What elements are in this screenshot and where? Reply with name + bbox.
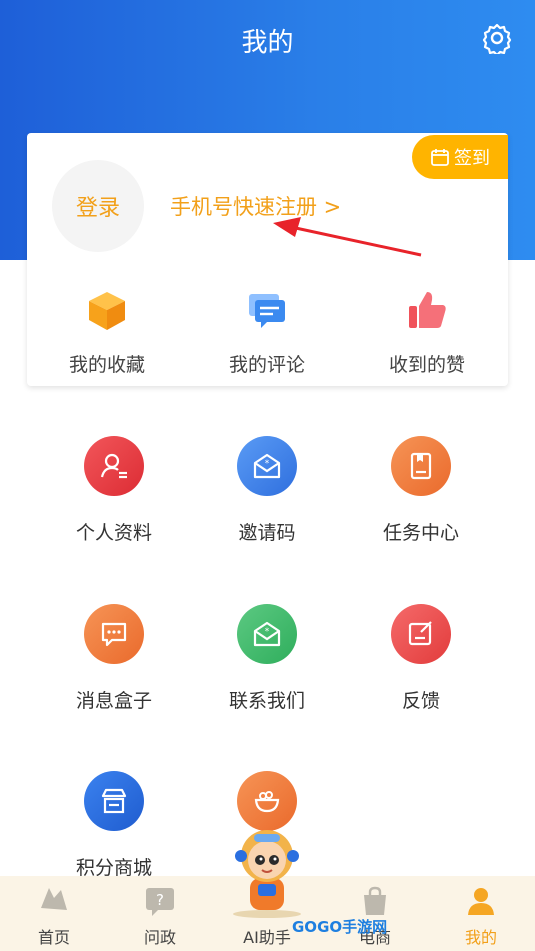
mascot-astronaut-icon[interactable] [228,826,306,918]
tab-me[interactable]: 我的 [436,884,526,948]
food-bowl-icon [254,791,280,813]
tab-label: AI助手 [243,928,291,947]
tab-label: 首页 [37,928,70,947]
thumbs-up-icon [409,292,446,328]
watermark-logo: GOGO手游网 [292,918,388,936]
likes-label: 收到的赞 [388,354,465,376]
checkin-button[interactable]: 签到 [412,135,508,179]
box-icon [89,292,125,330]
grid-item-message-box[interactable]: 消息盒子 [34,604,194,713]
profile-card: 签到 登录 手机号快速注册 > 我的收藏 我的评论 收到的赞 [27,133,508,386]
comments-label: 我的评论 [228,354,305,376]
home-icon [41,888,67,910]
calendar-icon [431,149,449,166]
question-icon: ? [146,888,174,916]
svg-text:?: ? [156,891,164,909]
user-icon [468,888,494,915]
favorites-label: 我的收藏 [68,354,145,376]
tab-label: 我的 [464,928,497,947]
grid-item-contact-us[interactable]: * 联系我们 [187,604,347,713]
shopping-bag-icon [364,886,386,915]
grid-label: 消息盒子 [75,690,152,712]
tab-label: 问政 [143,928,176,947]
quick-actions: 我的收藏 我的评论 收到的赞 [27,288,508,377]
task-icon [410,452,432,480]
profile-icon [100,453,127,479]
grid-label: 联系我们 [228,690,305,712]
contact-icon: * [253,621,281,647]
message-icon [101,622,127,647]
login-label: 登录 [75,196,120,221]
page-title: 我的 [241,28,294,58]
grid-item-task-center[interactable]: 任务中心 [341,436,501,545]
comment-icon [249,294,285,328]
tab-home[interactable]: 首页 [9,884,99,948]
gear-icon[interactable] [481,22,513,54]
grid-label: 任务中心 [382,522,459,544]
grid-item-invite-code[interactable]: * 邀请码 [187,436,347,545]
grid-item-profile[interactable]: 个人资料 [34,436,194,545]
likes-item[interactable]: 收到的赞 [347,288,507,377]
svg-text:*: * [265,459,270,469]
login-avatar-button[interactable]: 登录 [52,160,144,252]
comments-item[interactable]: 我的评论 [187,288,347,377]
grid-item-points-store[interactable]: 积分商城 [34,771,194,880]
grid-label: 邀请码 [238,522,296,544]
grid-label: 反馈 [401,690,440,712]
store-icon [101,788,127,814]
invite-icon: * [253,453,281,479]
svg-text:*: * [265,627,270,637]
checkin-label: 签到 [454,148,490,169]
red-arrow-annotation [273,217,422,257]
grid-item-feedback[interactable]: 反馈 [341,604,501,713]
grid-item-food-bowl[interactable] [187,771,347,831]
tab-questions[interactable]: ? 问政 [115,884,205,948]
grid-label: 个人资料 [75,522,152,544]
feedback-icon [408,621,432,646]
favorites-item[interactable]: 我的收藏 [27,288,187,377]
